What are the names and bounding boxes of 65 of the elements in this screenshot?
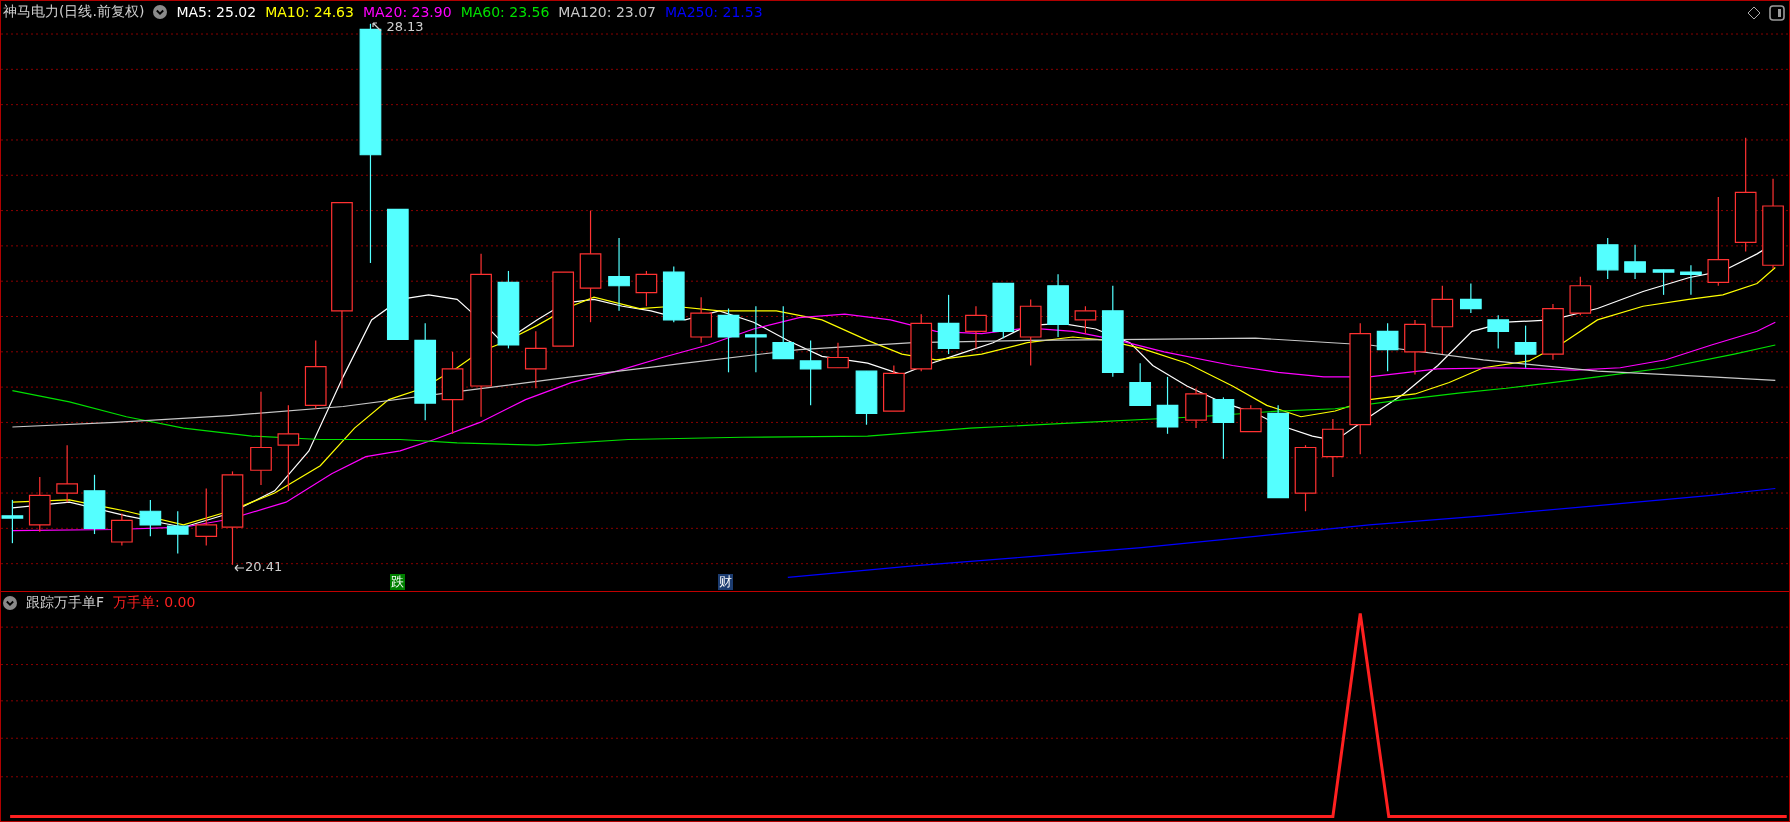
candlestick — [827, 342, 849, 369]
candlestick — [1239, 404, 1262, 433]
diamond-icon[interactable] — [1747, 6, 1761, 20]
candlestick — [1514, 325, 1537, 369]
indicator-value: MA20: 23.90 — [362, 4, 452, 20]
candlestick — [799, 339, 822, 406]
indicator-title: 跟踪万手单F — [26, 594, 105, 612]
candlestick — [772, 305, 795, 360]
candlestick — [937, 294, 960, 355]
candlestick — [1596, 237, 1619, 280]
candlestick — [855, 370, 878, 426]
candlestick — [83, 474, 106, 535]
arrow-icon — [233, 562, 244, 573]
candlestick — [1019, 298, 1042, 367]
candlestick — [1212, 396, 1235, 460]
candlestick — [56, 444, 78, 503]
candlestick — [1542, 303, 1564, 361]
chart-title: 神马电力(日线.前复权) — [3, 3, 145, 21]
dropdown-icon[interactable] — [3, 596, 17, 610]
candlestick — [1624, 244, 1646, 280]
candlestick — [139, 499, 162, 537]
high-price-label: 28.13 — [386, 19, 424, 35]
candlestick — [524, 330, 547, 389]
candlestick — [1376, 322, 1399, 372]
candlestick — [111, 512, 133, 547]
candlestick — [1322, 418, 1344, 478]
panel-toggle-icon[interactable] — [1769, 5, 1785, 21]
candlestick — [1185, 387, 1207, 429]
candlestick — [1156, 376, 1179, 435]
candlestick — [1652, 269, 1675, 296]
candlestick — [635, 270, 658, 307]
candlestick — [1129, 362, 1152, 406]
candlestick — [992, 282, 1015, 339]
candlestick — [195, 487, 218, 547]
arrow-icon — [371, 21, 382, 32]
dropdown-icon[interactable] — [153, 5, 168, 19]
candlestick — [28, 476, 51, 533]
candlestick — [717, 307, 740, 373]
candlestick — [690, 296, 712, 344]
candlestick — [304, 339, 327, 410]
candlestick — [1047, 273, 1069, 338]
indicator-value: MA250: 21.53 — [664, 4, 763, 20]
indicator-value: MA5: 25.02 — [176, 4, 257, 20]
indicator-value: MA120: 23.07 — [558, 4, 656, 20]
low-price-label: 20.41 — [245, 559, 283, 575]
signal-marker: 财 — [718, 573, 734, 590]
candlestick — [1487, 314, 1510, 349]
candlestick — [745, 305, 767, 373]
candlestick — [1074, 305, 1097, 335]
candlestick — [883, 364, 905, 412]
candlestick — [166, 510, 189, 554]
candlestick — [1294, 444, 1317, 512]
candlestick — [1404, 319, 1426, 376]
candlestick — [662, 265, 685, 323]
indicator-value: MA60: 23.56 — [460, 4, 550, 20]
candlestick — [1680, 264, 1702, 296]
candlestick — [1431, 285, 1454, 355]
candlestick — [965, 305, 987, 349]
indicator-value: MA10: 24.63 — [265, 4, 354, 20]
signal-marker: 跌 — [389, 573, 405, 590]
candlestick — [1, 499, 24, 544]
candlestick — [1569, 276, 1592, 316]
candlestick — [910, 313, 933, 372]
indicator-value: 万手单: 0.00 — [113, 594, 196, 612]
candlestick — [1460, 282, 1482, 314]
